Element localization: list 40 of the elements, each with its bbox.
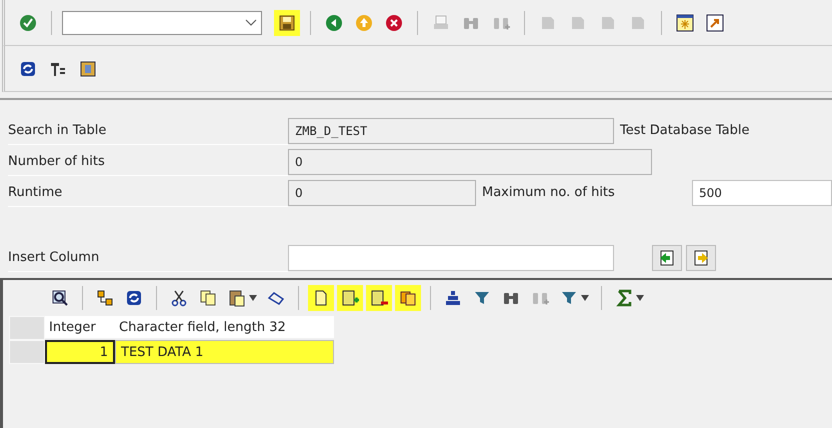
stack-icon [443,288,463,308]
sigma-icon [614,288,634,308]
add-row-icon [340,288,360,308]
input-field[interactable]: ZMB_D_TEST [288,118,614,144]
copy-icon [198,288,218,308]
refresh-icon [124,288,144,308]
hierarchy-icon [95,288,115,308]
clipboard-icon [227,288,247,308]
field-label: Maximum no. of hits [482,185,616,200]
table-cell[interactable]: 1 [45,340,115,364]
magnifier-icon [50,288,70,308]
cancel-icon [384,12,404,32]
row-header [9,316,45,340]
field-label: Runtime [8,178,288,207]
input-field[interactable]: 500 [692,180,832,206]
field-label: Number of hits [8,147,288,176]
shortcut-icon [705,12,725,32]
toolbar-button[interactable] [337,285,363,311]
input-field[interactable]: 0 [288,180,476,206]
column-button[interactable] [686,244,716,270]
scissors-icon [169,288,189,308]
column-header[interactable]: Character field, length 32 [115,316,334,338]
table-description: Test Database Table [620,123,750,138]
field-label: Insert Column [8,243,288,272]
check-icon [18,12,38,32]
remove-row-icon [369,288,389,308]
command-field[interactable] [62,10,262,34]
column-button[interactable] [652,244,682,270]
chevron-icon [245,18,257,26]
toolbar-button[interactable] [308,285,334,311]
toolbar-button[interactable] [395,285,421,311]
toolbar-button[interactable] [274,10,300,36]
input-field[interactable]: 0 [288,148,652,174]
new-window-icon [675,12,695,32]
toolbar-button[interactable] [366,285,392,311]
frame-icon [78,58,98,78]
column-header[interactable]: Integer [45,316,115,338]
input-field[interactable] [288,244,614,270]
table-cell[interactable]: TEST DATA 1 [115,340,334,364]
field-label: Search in Table [8,116,288,145]
